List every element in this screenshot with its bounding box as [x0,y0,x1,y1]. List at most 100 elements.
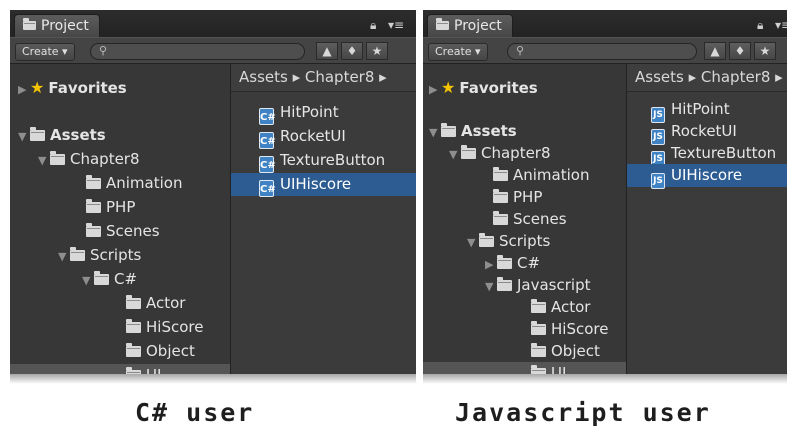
tree-item-hiscore[interactable]: HiScore [10,316,230,339]
tree-item-actor[interactable]: Actor [423,296,626,319]
tree-item-scripts[interactable]: ▼ Scripts [10,244,230,267]
csharp-script-icon: C# [259,108,276,125]
expanded-arrow-icon[interactable]: ▼ [485,275,497,298]
toolbar: Create ▾ ⚲ ▲ ♦ ★ [10,37,416,64]
tree-item-label: Animation [513,166,590,184]
search-input[interactable]: ⚲ [90,43,305,60]
favorite-star-icon[interactable]: ★ [754,42,776,60]
lock-icon[interactable]: 🔒︎ [757,18,763,33]
search-icon: ⚲ [516,44,525,57]
tree-item-object[interactable]: Object [423,340,626,363]
tree-item-hiscore[interactable]: HiScore [423,318,626,341]
favorite-star-icon[interactable]: ★ [366,42,388,60]
search-by-type-icon[interactable]: ▲ [316,42,338,60]
lock-icon[interactable]: 🔒︎ [370,18,376,33]
collapsed-arrow-icon[interactable]: ▶ [429,78,441,101]
tree-item-label: Assets [461,122,517,140]
tab-label: Project [454,18,502,34]
tree-item-label: Javascript [517,276,591,294]
file-item[interactable]: C# HitPoint [231,101,416,125]
caption-csharp-user: C# user [135,398,255,427]
expanded-arrow-icon[interactable]: ▼ [429,121,441,144]
tree-item-label: UI [551,364,567,374]
file-item[interactable]: JS UIHiscore [627,164,787,189]
file-item[interactable]: JS HitPoint [627,98,787,123]
tree-item-scripts[interactable]: ▼ Scripts [423,230,626,253]
file-item[interactable]: C# UIHiscore [231,173,416,197]
expanded-arrow-icon[interactable]: ▼ [82,269,94,292]
folder-icon [441,123,456,137]
tree-item-assets[interactable]: ▼ Assets [423,120,626,143]
folder-icon [497,255,512,269]
search-input[interactable]: ⚲ [507,43,697,60]
tree-item-assets[interactable]: ▼ Assets [10,124,230,147]
tree-item-object[interactable]: Object [10,340,230,363]
tree-item-php[interactable]: PHP [423,186,626,209]
file-name: TextureButton [671,144,777,162]
tree-item-javascript[interactable]: ▼ Javascript [423,274,626,297]
folder-icon [94,271,109,285]
tree-item-label: Animation [106,174,183,192]
folder-icon [30,127,45,141]
csharp-script-icon: C# [259,156,276,173]
file-list: Assets ▸ Chapter8 ▸ C# HitPoint C# RocketUI… [231,64,416,374]
file-item[interactable]: C# TextureButton [231,149,416,173]
folder-icon [436,18,449,30]
tree-item-chapter8[interactable]: ▼ Chapter8 [423,142,626,165]
file-item[interactable]: JS RocketUI [627,120,787,145]
tree-item-label: Scenes [513,210,567,228]
folder-tree: ▶ ★ Favorites ▼ Assets ▼ Chapter8 Animation PHP S… [423,64,627,374]
breadcrumb[interactable]: Assets ▸ Chapter8 ▸ [231,64,416,92]
tree-item-c[interactable]: ▼ C# [10,268,230,291]
tree-item-label: Chapter8 [70,150,140,168]
label-icon[interactable]: ♦ [729,42,751,60]
expanded-arrow-icon[interactable]: ▼ [38,149,50,172]
tree-item-actor[interactable]: Actor [10,292,230,315]
tree-item-favorites[interactable]: ▶ ★ Favorites [423,76,626,99]
menu-icon[interactable]: ▾≡ [775,18,787,32]
file-name: UIHiscore [671,166,743,184]
expanded-arrow-icon[interactable]: ▼ [449,143,461,166]
search-icon: ⚲ [99,44,108,57]
tab-project[interactable]: Project [427,14,513,37]
tree-item-label: Scripts [499,232,551,250]
tree-item-chapter8[interactable]: ▼ Chapter8 [10,148,230,171]
javascript-script-icon: JS [651,173,665,189]
star-icon: ★ [441,78,456,97]
collapsed-arrow-icon[interactable]: ▶ [485,253,497,276]
expanded-arrow-icon[interactable]: ▼ [18,125,30,148]
tree-item-scenes[interactable]: Scenes [423,208,626,231]
tree-item-ui[interactable]: UI [423,362,626,374]
file-item[interactable]: JS TextureButton [627,142,787,167]
tree-item-ui[interactable]: UI [10,364,230,374]
tab-label: Project [41,18,89,34]
tree-item-animation[interactable]: Animation [423,164,626,187]
create-button[interactable]: Create ▾ [428,43,488,61]
collapsed-arrow-icon[interactable]: ▶ [18,78,30,101]
tree-item-animation[interactable]: Animation [10,172,230,195]
menu-icon[interactable]: ▾≡ [388,18,404,32]
tree-item-scenes[interactable]: Scenes [10,220,230,243]
tree-item-label: PHP [106,198,136,216]
tab-project[interactable]: Project [14,14,100,37]
folder-icon [531,321,546,335]
expanded-arrow-icon[interactable]: ▼ [58,245,70,268]
file-list: Assets ▸ Chapter8 ▸ JS HitPoint JS RocketUI… [627,64,787,374]
panel-shadow [423,374,787,384]
label-icon[interactable]: ♦ [341,42,363,60]
file-item[interactable]: C# RocketUI [231,125,416,149]
folder-icon [497,277,512,291]
tree-item-favorites[interactable]: ▶ ★ Favorites [10,76,230,99]
search-by-type-icon[interactable]: ▲ [704,42,726,60]
caption-javascript-user: Javascript user [455,398,711,427]
folder-icon [461,145,476,159]
expanded-arrow-icon[interactable]: ▼ [467,231,479,254]
tree-item-php[interactable]: PHP [10,196,230,219]
breadcrumb[interactable]: Assets ▸ Chapter8 ▸ [627,64,787,92]
tree-item-label: Scripts [90,246,142,264]
file-name: RocketUI [671,122,737,140]
create-button[interactable]: Create ▾ [15,43,75,61]
tree-item-label: Scenes [106,222,160,240]
tree-item-c[interactable]: ▶ C# [423,252,626,275]
folder-icon [86,175,101,189]
